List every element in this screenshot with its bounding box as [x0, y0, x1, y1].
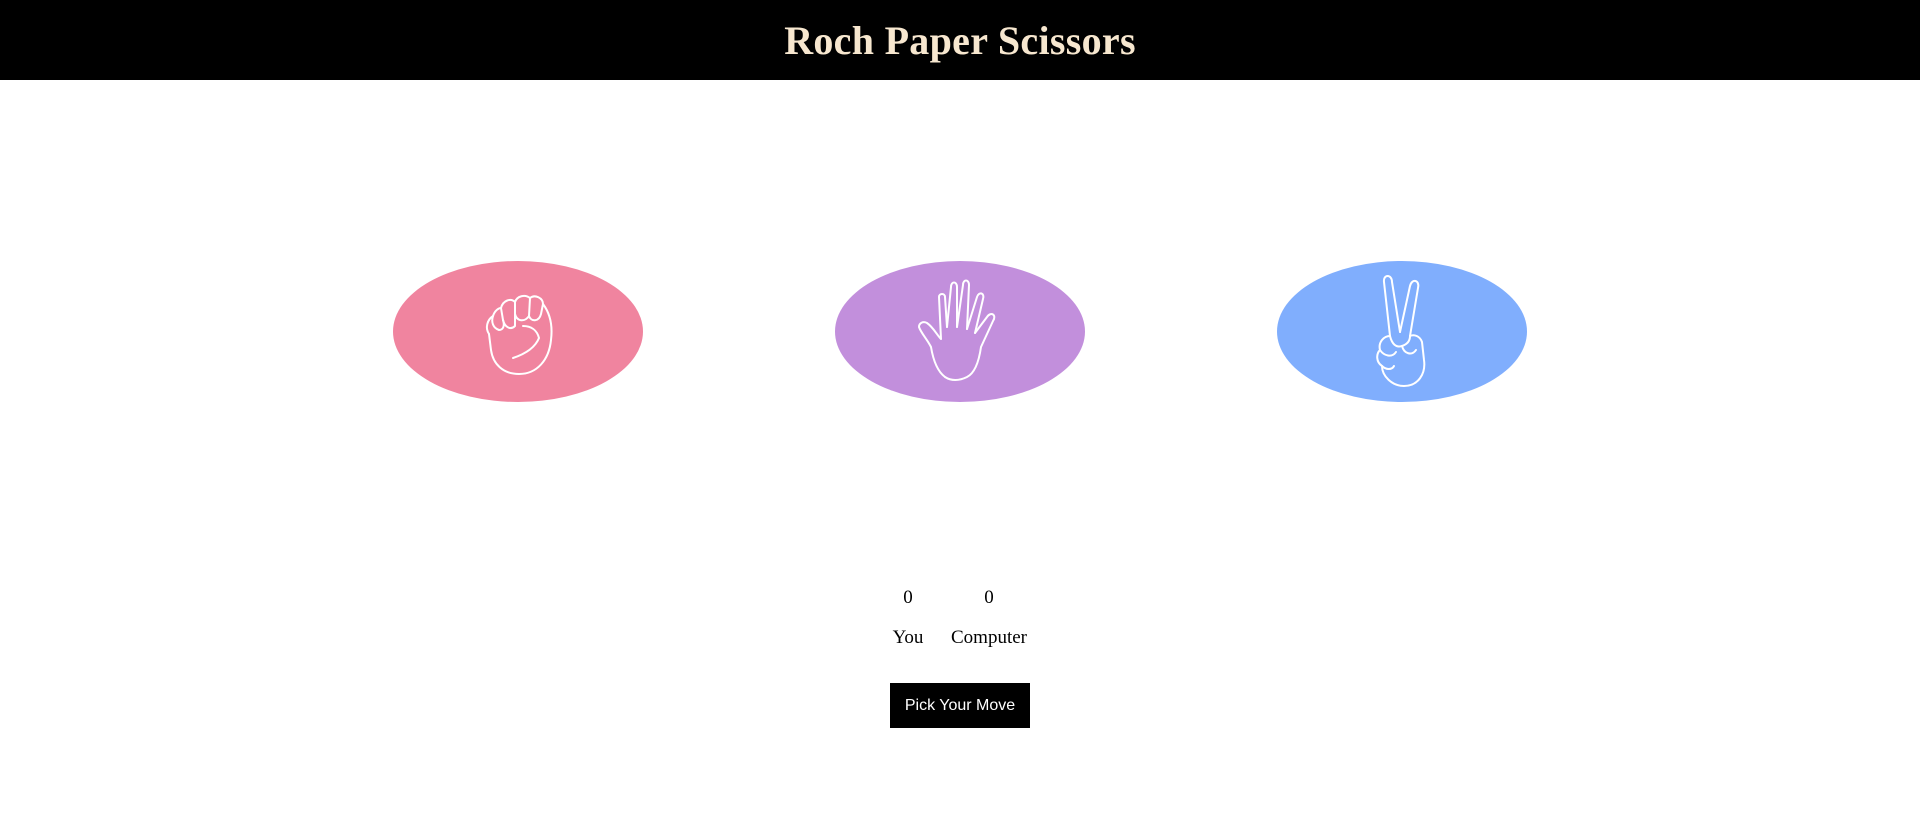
scissors-choice-button[interactable] — [1277, 261, 1527, 402]
page-title: Roch Paper Scissors — [784, 17, 1136, 63]
you-score: 0 — [903, 587, 913, 608]
computer-label: Computer — [951, 627, 1027, 648]
score-labels-row: You Computer — [0, 623, 1920, 653]
open-hand-icon — [918, 279, 996, 381]
peace-hand-icon — [1376, 274, 1426, 387]
computer-score: 0 — [984, 587, 994, 608]
rock-choice-button[interactable] — [393, 261, 643, 402]
you-label: You — [892, 627, 924, 648]
choices-row — [0, 261, 1920, 402]
pick-your-move-button[interactable]: Pick Your Move — [890, 683, 1030, 728]
header-bar: Roch Paper Scissors — [0, 0, 1920, 80]
paper-choice-button[interactable] — [835, 261, 1085, 402]
score-values-row: 0 0 — [0, 583, 1920, 613]
fist-icon — [485, 294, 553, 375]
